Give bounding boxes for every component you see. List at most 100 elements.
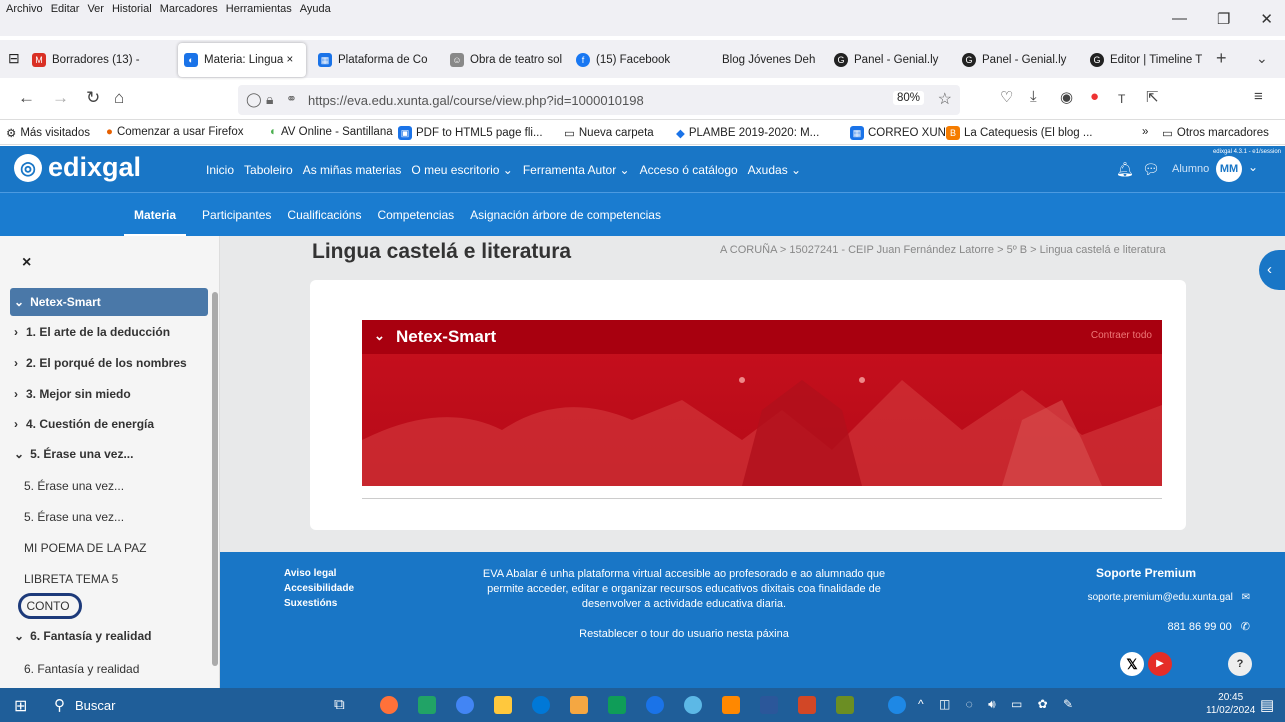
tab-blog[interactable]: Blog Jóvenes Deh	[716, 43, 822, 77]
home-icon[interactable]: ⌂	[114, 88, 124, 108]
pocket-icon[interactable]: ♡	[1000, 88, 1013, 106]
bookmark-santillana[interactable]: ◐ AV Online - Santillana	[270, 126, 393, 138]
tab-materia[interactable]: ◐ Materia: Lingua ×	[178, 43, 306, 77]
sidebar-activity-conto[interactable]: CONTO	[18, 593, 82, 619]
bookmark-plambe[interactable]: ◆ PLAMBE 2019-2020: M...	[676, 126, 819, 140]
lock-icon[interactable]: 🔒︎	[266, 91, 273, 108]
open-block-drawer-icon[interactable]: ‹	[1259, 250, 1285, 290]
nav-minas-materias[interactable]: As miñas materias	[303, 163, 402, 177]
chevron-down-icon[interactable]: ⌄	[374, 328, 385, 344]
footer-link-suxestions[interactable]: Suxestións	[284, 598, 354, 609]
bookmark-correo[interactable]: ▦ CORREO XUNTA	[850, 126, 960, 140]
maximize-icon[interactable]: ❐	[1217, 10, 1230, 28]
shield-icon[interactable]: ◯	[246, 91, 262, 108]
sidebar-section-6[interactable]: ⌄ 6. Fantasía y realidad	[14, 622, 204, 650]
task-view-icon[interactable]: ⧉	[334, 696, 345, 713]
minimize-icon[interactable]: —	[1172, 10, 1187, 28]
permissions-icon[interactable]: ⚭	[286, 91, 297, 107]
menu-historial[interactable]: Historial	[112, 3, 152, 15]
breadcrumb[interactable]: A CORUÑA > 15027241 - CEIP Juan Fernánde…	[720, 244, 1166, 256]
url-text[interactable]: https://eva.edu.xunta.gal/course/view.ph…	[308, 93, 644, 108]
chat-icon[interactable]: 💬︎	[1142, 161, 1160, 178]
nav-ferramenta-autor[interactable]: Ferramenta Autor ⌄	[523, 163, 630, 177]
nav-escritorio[interactable]: O meu escritorio ⌄	[411, 163, 512, 177]
tab-materia[interactable]: Materia	[124, 208, 187, 237]
sidebar-section-2[interactable]: › 2. El porqué de los nombres	[14, 349, 204, 377]
windows-start-icon[interactable]: ⊞	[14, 696, 27, 716]
file-explorer-icon[interactable]	[494, 696, 512, 714]
sidebar-activity-libreta[interactable]: LIBRETA TEMA 5	[24, 565, 214, 593]
sidebar-section-5[interactable]: ⌄ 5. Érase una vez...	[14, 440, 204, 468]
youtube-icon[interactable]: ▶	[1148, 652, 1172, 676]
nav-axudas[interactable]: Axudas ⌄	[748, 163, 801, 177]
tab-overflow-icon[interactable]: ⌄	[1256, 50, 1268, 67]
menu-archivo[interactable]: Archivo	[6, 3, 43, 15]
system-tray-icons[interactable]: ^ ◫ ◌ 🔊︎ ▭ ✿ ✎	[918, 697, 1079, 712]
downloads-icon[interactable]: ⤓	[1030, 88, 1037, 105]
vlc-app-icon[interactable]	[722, 696, 740, 714]
support-phone[interactable]: 881 86 99 00	[1167, 621, 1231, 633]
share-icon[interactable]: ⇱	[1146, 88, 1159, 106]
nav-catalogo[interactable]: Acceso ó catálogo	[640, 163, 738, 177]
bookmark-overflow-icon[interactable]: »	[1142, 126, 1148, 138]
support-email[interactable]: soporte.premium@edu.xunta.gal	[1088, 592, 1233, 603]
tab-genially-2[interactable]: G Panel - Genial.ly	[956, 43, 1080, 77]
menu-icon[interactable]: ≡	[1254, 88, 1263, 105]
extension-icon[interactable]: ●	[1090, 88, 1099, 105]
back-icon[interactable]: ←	[18, 88, 35, 108]
support-email-row[interactable]: soporte.premium@edu.xunta.gal ✉	[1010, 592, 1250, 603]
tab-gmail[interactable]: M Borradores (13) -	[26, 43, 172, 77]
app-icon[interactable]	[684, 696, 702, 714]
site-logo[interactable]: ◎ edixgal	[14, 152, 141, 183]
sidebar-activity[interactable]: 5. Érase una vez...	[24, 472, 214, 500]
powerpoint-app-icon[interactable]	[798, 696, 816, 714]
weather-icon[interactable]	[888, 696, 906, 714]
publisher-app-icon[interactable]	[608, 696, 626, 714]
tab-obra[interactable]: ☺ Obra de teatro sol	[444, 43, 570, 77]
excel-app-icon[interactable]	[418, 696, 436, 714]
tab-list-icon[interactable]: ⊟	[8, 50, 20, 67]
menu-ayuda[interactable]: Ayuda	[300, 3, 331, 15]
footer-link-aviso-legal[interactable]: Aviso legal	[284, 568, 354, 579]
firefox-app-icon[interactable]	[380, 696, 398, 714]
app-icon[interactable]	[836, 696, 854, 714]
sidebar-section-netex[interactable]: ⌄ Netex-Smart	[10, 288, 208, 316]
help-icon[interactable]: ?	[1228, 652, 1252, 676]
reload-icon[interactable]: ↻	[86, 88, 100, 108]
edge-app-icon[interactable]	[532, 696, 550, 714]
tab-competencias[interactable]: Competencias	[377, 208, 454, 237]
new-tab-icon[interactable]: +	[1216, 48, 1227, 69]
notifications-icon[interactable]: ▤	[1260, 696, 1274, 714]
chevron-down-icon[interactable]: ⌄	[1248, 160, 1258, 174]
app-icon[interactable]	[646, 696, 664, 714]
menu-marcadores[interactable]: Marcadores	[160, 3, 218, 15]
clock[interactable]: 20:45 11/02/2024	[1206, 691, 1255, 717]
x-twitter-icon[interactable]: 𝕏	[1120, 652, 1144, 676]
sidebar-section-1[interactable]: › 1. El arte de la deducción	[14, 318, 204, 346]
account-icon[interactable]: ◉	[1060, 88, 1073, 106]
sidebar-section-3[interactable]: › 3. Mejor sin miedo	[14, 380, 204, 408]
section-header[interactable]: ⌄ Netex-Smart Contraer todo	[362, 320, 1162, 354]
sidebar-section-4[interactable]: › 4. Cuestión de energía	[14, 410, 204, 438]
nav-taboleiro[interactable]: Taboleiro	[244, 163, 293, 177]
tab-plataforma[interactable]: ▦ Plataforma de Co	[312, 43, 442, 77]
chrome-app-icon[interactable]	[456, 696, 474, 714]
bookmark-star-icon[interactable]: ☆	[938, 89, 952, 109]
forward-icon[interactable]: →	[52, 88, 69, 108]
reset-tour-link[interactable]: Restablecer o tour do usuario nesta páxi…	[464, 628, 904, 640]
tab-cualificacions[interactable]: Cualificacións	[287, 208, 361, 237]
bookmark-firefox[interactable]: ● Comenzar a usar Firefox	[106, 126, 244, 138]
bookmark-nueva-carpeta[interactable]: ▭ Nueva carpeta	[564, 126, 654, 140]
bookmark-catequesis[interactable]: B La Catequesis (El blog ...	[946, 126, 1093, 140]
bookmark-pdf[interactable]: ▣ PDF to HTML5 page fli...	[398, 126, 543, 140]
address-bar[interactable]: ◯ 🔒︎ ⚭ https://eva.edu.xunta.gal/course/…	[238, 85, 960, 115]
sidebar-activity-poema[interactable]: MI POEMA DE LA PAZ	[24, 534, 214, 562]
menu-ver[interactable]: Ver	[87, 3, 104, 15]
bell-icon[interactable]: 🔔︎	[1116, 161, 1134, 178]
tab-timeline[interactable]: G Editor | Timeline T	[1084, 43, 1208, 77]
tab-facebook[interactable]: f (15) Facebook	[570, 43, 700, 77]
support-phone-row[interactable]: 881 86 99 00 ✆	[1010, 620, 1250, 633]
sidebar-activity[interactable]: 5. Érase una vez...	[24, 503, 214, 531]
avatar[interactable]: MM	[1216, 156, 1242, 182]
word-app-icon[interactable]	[760, 696, 778, 714]
